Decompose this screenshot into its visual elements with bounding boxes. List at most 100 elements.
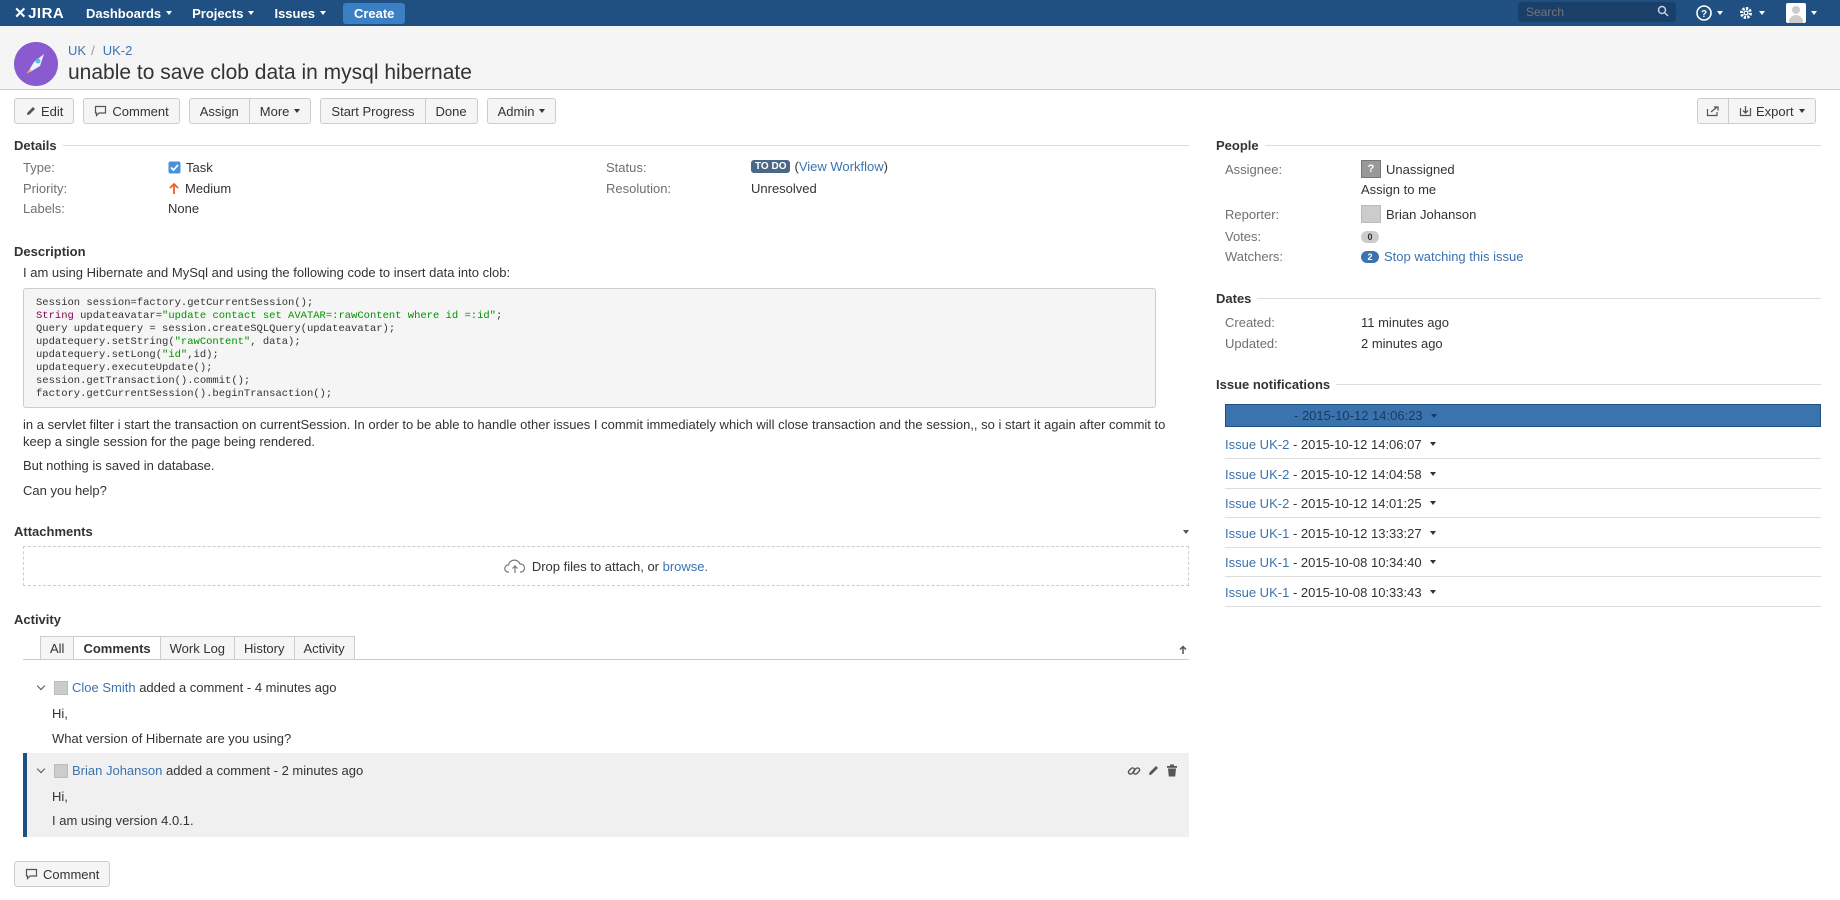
drop-text: Drop files to attach, or: [531, 558, 659, 574]
chevron-down-icon: [1717, 11, 1723, 15]
more-button[interactable]: More: [248, 98, 312, 124]
comment-author[interactable]: Cloe Smith: [72, 680, 136, 695]
resolution-value: Unresolved: [751, 181, 817, 196]
edit-button[interactable]: Edit: [14, 98, 75, 124]
notification-item[interactable]: Issue UK-1 - 2015-10-12 13:33:27: [1225, 519, 1821, 548]
chevron-down-icon[interactable]: [1429, 442, 1436, 446]
start-progress-button[interactable]: Start Progress: [320, 98, 426, 124]
chevron-down-icon[interactable]: [1429, 560, 1436, 564]
nav-issues[interactable]: Issues: [274, 5, 326, 21]
nav-projects-label: Projects: [192, 5, 244, 21]
nav-projects[interactable]: Projects: [192, 5, 255, 21]
issue-title: unable to save clob data in mysql hibern…: [68, 61, 472, 84]
chevron-down-icon[interactable]: [1429, 531, 1436, 535]
notification-item[interactable]: Issue UK-1 - 2015-10-08 10:33:43: [1225, 578, 1821, 607]
divider: [1336, 384, 1821, 385]
tab-work-log[interactable]: Work Log: [159, 636, 236, 660]
view-workflow-link[interactable]: View Workflow: [799, 159, 884, 174]
assign-button[interactable]: Assign: [188, 98, 250, 124]
code-line: factory.getCurrentSession().beginTransac…: [36, 388, 333, 400]
nav-issues-label: Issues: [274, 5, 315, 21]
share-button[interactable]: [1697, 98, 1729, 124]
search-icon: [1657, 5, 1669, 17]
tab-history[interactable]: History: [234, 636, 295, 660]
tab-all[interactable]: All: [40, 636, 75, 660]
top-navigation-bar: ✕ JIRA Dashboards Projects Issues Create…: [0, 0, 1840, 26]
avatar: [54, 763, 68, 778]
notification-item[interactable]: Issue UK-1 - 2015-10-08 10:34:40: [1225, 548, 1821, 577]
jira-logo[interactable]: ✕ JIRA: [14, 4, 72, 23]
breadcrumb-issue[interactable]: UK-2: [103, 43, 133, 58]
breadcrumb-separator: /: [91, 43, 95, 58]
add-comment-button[interactable]: Comment: [14, 861, 111, 887]
chevron-down-icon[interactable]: [1430, 413, 1437, 418]
comment-icon: [25, 868, 38, 880]
link-icon[interactable]: [1127, 764, 1141, 778]
chevron-down-icon[interactable]: [1429, 590, 1436, 594]
settings-menu[interactable]: [1738, 3, 1765, 23]
votes-value[interactable]: 0: [1361, 231, 1379, 243]
notification-time: - 2015-10-12 14:06:07: [1292, 436, 1422, 452]
issue-toolbar-right: Export: [1697, 98, 1816, 124]
notification-issue-link[interactable]: Issue UK-2: [1225, 437, 1289, 452]
assign-to-me-link[interactable]: Assign to me: [1361, 182, 1436, 197]
notification-item[interactable]: Issue UK-2 - 2015-10-12 14:01:25: [1225, 489, 1821, 518]
code-line: updatequery.executeUpdate();: [36, 362, 213, 374]
help-menu[interactable]: ?: [1696, 3, 1723, 23]
updated-label: Updated:: [1225, 336, 1278, 351]
nav-dashboards[interactable]: Dashboards: [86, 6, 173, 21]
comment-line: I am using version 4.0.1.: [52, 813, 194, 828]
attachment-dropzone[interactable]: Drop files to attach, or browse.: [23, 546, 1189, 586]
jira-logo-icon: ✕: [14, 5, 28, 22]
admin-button[interactable]: Admin: [486, 98, 557, 124]
description-paragraph: But nothing is saved in database.: [23, 458, 215, 473]
tab-activity[interactable]: Activity: [293, 636, 355, 660]
search-input[interactable]: [1518, 2, 1676, 22]
attachments-heading: Attachments: [14, 524, 1189, 539]
collapse-chevron-icon[interactable]: [36, 681, 46, 691]
comment-author[interactable]: Brian Johanson: [72, 763, 162, 778]
svg-text:?: ?: [1701, 9, 1707, 20]
pencil-icon[interactable]: [1147, 764, 1160, 777]
trash-icon[interactable]: [1166, 764, 1178, 777]
chevron-down-icon: [166, 11, 173, 15]
user-avatar: [1786, 3, 1806, 23]
done-button[interactable]: Done: [424, 98, 478, 124]
issue-header: UK / UK-2 unable to save clob data in mys…: [0, 26, 1840, 90]
notification-item-selected[interactable]: - 2015-10-12 14:06:23: [1225, 404, 1821, 427]
notification-issue-link[interactable]: Issue UK-2: [1225, 467, 1289, 482]
user-menu[interactable]: [1786, 3, 1817, 23]
notification-issue-link[interactable]: Issue UK-1: [1225, 555, 1289, 570]
export-button[interactable]: Export: [1728, 98, 1816, 124]
type-label: Type:: [23, 160, 55, 175]
updated-value: 2 minutes ago: [1361, 336, 1443, 351]
project-avatar[interactable]: [14, 42, 58, 86]
create-button[interactable]: Create: [342, 2, 406, 24]
collapse-chevron-icon[interactable]: [36, 764, 46, 774]
description-heading-text: Description: [14, 244, 86, 259]
status-lozenge: TO DO: [751, 160, 791, 173]
sort-up-icon[interactable]: [1178, 645, 1188, 655]
notifications-heading: Issue notifications: [1216, 377, 1821, 392]
browse-link[interactable]: browse.: [663, 559, 709, 574]
comment-button-label: Comment: [112, 103, 169, 119]
chevron-down-icon[interactable]: [1429, 472, 1436, 476]
comment-button[interactable]: Comment: [83, 98, 180, 124]
tab-comments[interactable]: Comments: [73, 636, 161, 660]
stop-watching-link[interactable]: Stop watching this issue: [1384, 249, 1523, 264]
notification-item[interactable]: Issue UK-2 - 2015-10-12 14:04:58: [1225, 460, 1821, 489]
chevron-down-icon: [248, 11, 255, 15]
notification-issue-link[interactable]: Issue UK-1: [1225, 526, 1289, 541]
breadcrumb-project[interactable]: UK: [68, 43, 86, 58]
unassigned-avatar: ?: [1361, 160, 1381, 178]
chevron-down-icon[interactable]: [1429, 501, 1436, 505]
notification-issue-link[interactable]: Issue UK-2: [1225, 496, 1289, 511]
chevron-down-icon[interactable]: [1183, 529, 1189, 534]
more-button-label: More: [259, 103, 290, 119]
notification-issue-link[interactable]: Issue UK-1: [1225, 585, 1289, 600]
pencil-icon: [27, 107, 35, 115]
divider: [1264, 145, 1821, 146]
chevron-down-icon: [1759, 11, 1765, 15]
notification-item[interactable]: Issue UK-2 - 2015-10-12 14:06:07: [1225, 430, 1821, 459]
divider: [62, 145, 1189, 146]
